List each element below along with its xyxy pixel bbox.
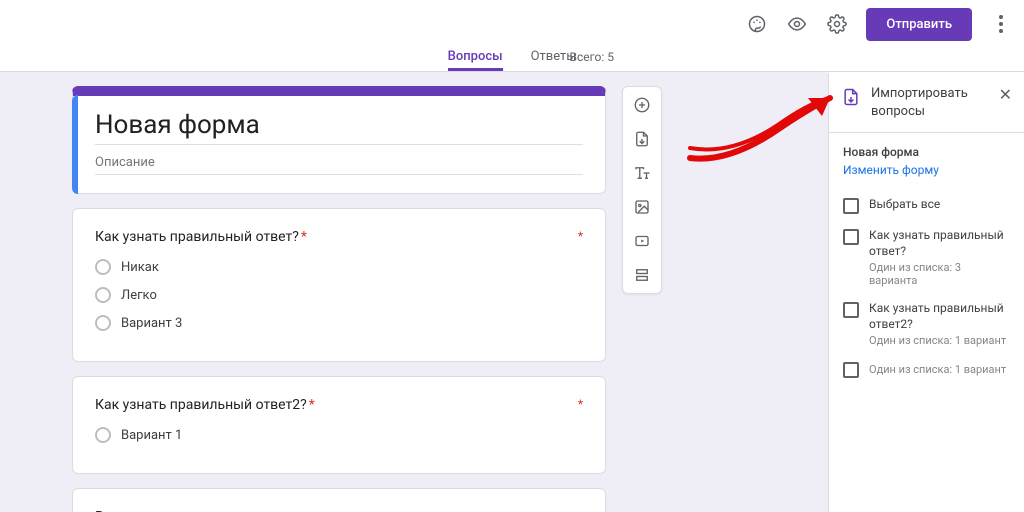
option-row[interactable]: Легко bbox=[95, 287, 583, 303]
question-card[interactable]: Как узнать правильный ответ2?* * Вариант… bbox=[72, 376, 606, 474]
form-title-input[interactable] bbox=[95, 110, 583, 145]
question-card[interactable]: Как узнать правильный ответ?* * Никак Ле… bbox=[72, 208, 606, 362]
import-source-name: Новая форма bbox=[843, 145, 1010, 159]
select-all-row[interactable]: Выбрать все bbox=[843, 197, 1010, 214]
checkbox-icon[interactable] bbox=[843, 302, 859, 318]
import-panel-icon bbox=[841, 87, 861, 111]
import-item-title: Как узнать правильный ответ2? bbox=[869, 301, 1010, 332]
top-header: Отправить bbox=[0, 0, 1024, 48]
add-video-icon[interactable] bbox=[632, 231, 652, 251]
option-label: Никак bbox=[121, 260, 159, 275]
settings-icon[interactable] bbox=[826, 13, 848, 35]
import-item[interactable]: Как узнать правильный ответ? Один из спи… bbox=[843, 228, 1010, 287]
option-row[interactable]: Вариант 3 bbox=[95, 315, 583, 331]
select-all-label: Выбрать все bbox=[869, 197, 940, 213]
import-questions-icon[interactable] bbox=[632, 129, 652, 149]
radio-icon bbox=[95, 315, 111, 331]
palette-icon[interactable] bbox=[746, 13, 768, 35]
import-item-sub: Один из списка: 1 вариант bbox=[869, 334, 1010, 347]
add-section-icon[interactable] bbox=[632, 265, 652, 285]
form-description-input[interactable] bbox=[95, 155, 583, 175]
form-header-card[interactable] bbox=[72, 86, 606, 194]
tab-questions[interactable]: Вопросы bbox=[448, 49, 503, 71]
import-item-sub: Один из списка: 1 вариант bbox=[869, 363, 1006, 376]
more-options-icon[interactable] bbox=[990, 15, 1012, 33]
question-title: Как узнать правильный ответ?* * bbox=[95, 229, 583, 245]
import-item-sub: Один из списка: 3 варианта bbox=[869, 261, 1010, 287]
option-label: Легко bbox=[121, 288, 157, 303]
question-title: Как узнать правильный ответ2?* * bbox=[95, 397, 583, 413]
option-label: Вариант 3 bbox=[121, 316, 182, 331]
option-label: Вариант 1 bbox=[121, 428, 182, 443]
close-icon[interactable]: ✕ bbox=[999, 87, 1012, 103]
import-item[interactable]: Один из списка: 1 вариант bbox=[843, 361, 1010, 378]
option-row[interactable]: Никак bbox=[95, 259, 583, 275]
add-title-icon[interactable] bbox=[632, 163, 652, 183]
radio-icon bbox=[95, 427, 111, 443]
tabs-row: Вопросы Ответы Всего: 5 bbox=[0, 48, 1024, 72]
side-toolbar bbox=[622, 86, 662, 294]
checkbox-icon[interactable] bbox=[843, 198, 859, 214]
radio-icon bbox=[95, 287, 111, 303]
import-item[interactable]: Как узнать правильный ответ2? Один из сп… bbox=[843, 301, 1010, 347]
radio-icon bbox=[95, 259, 111, 275]
import-panel: Импортировать вопросы ✕ Новая форма Изме… bbox=[828, 73, 1024, 512]
preview-icon[interactable] bbox=[786, 13, 808, 35]
option-row[interactable]: Вариант 1 bbox=[95, 427, 583, 443]
send-button[interactable]: Отправить bbox=[866, 8, 972, 41]
questions-total: Всего: 5 bbox=[569, 50, 614, 64]
question-card[interactable]: Вопрос Вариант 1 bbox=[72, 488, 606, 512]
import-panel-title: Импортировать вопросы bbox=[871, 85, 989, 120]
add-question-icon[interactable] bbox=[632, 95, 652, 115]
checkbox-icon[interactable] bbox=[843, 229, 859, 245]
checkbox-icon[interactable] bbox=[843, 362, 859, 378]
import-item-title: Как узнать правильный ответ? bbox=[869, 228, 1010, 259]
editor-area: Как узнать правильный ответ?* * Никак Ле… bbox=[0, 72, 828, 512]
add-image-icon[interactable] bbox=[632, 197, 652, 217]
change-form-link[interactable]: Изменить форму bbox=[843, 163, 1010, 177]
